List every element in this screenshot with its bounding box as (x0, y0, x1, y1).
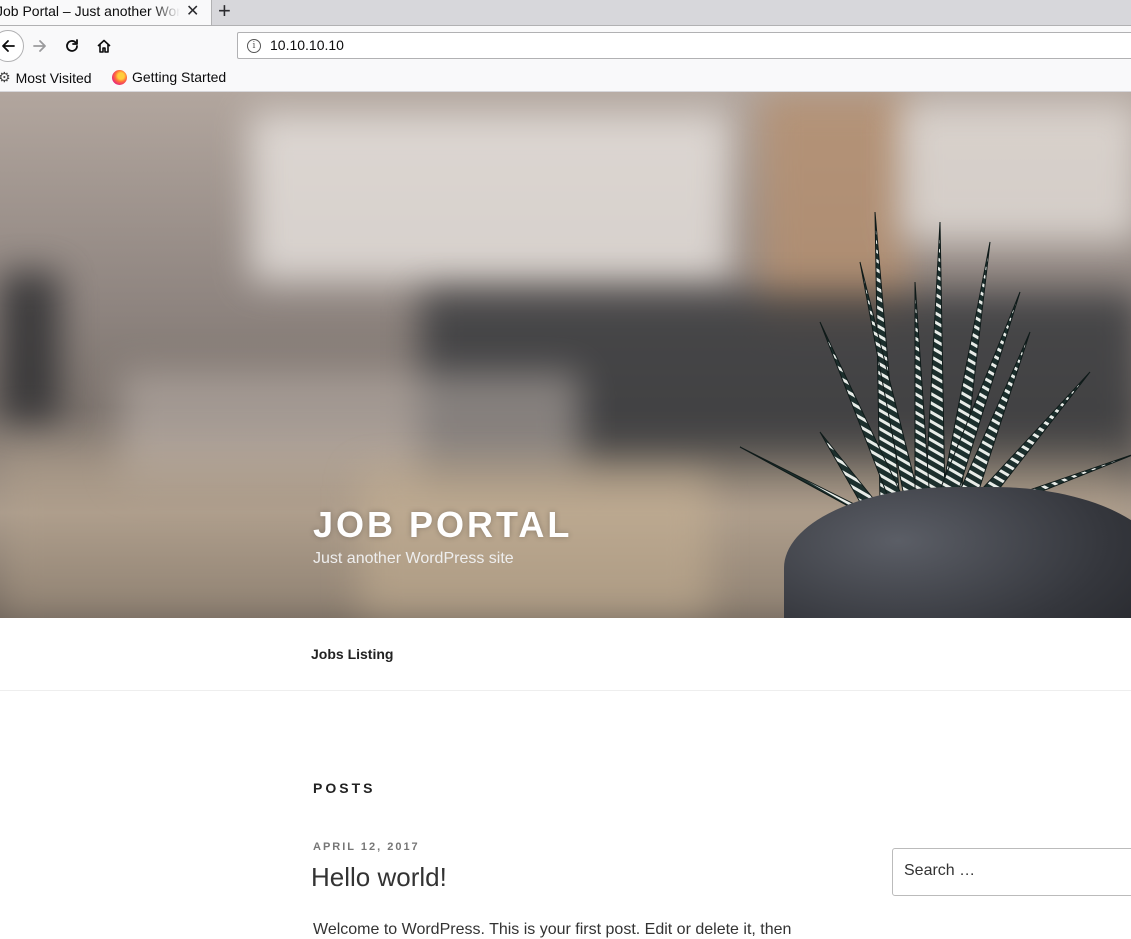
navigation-toolbar: i 10.10.10.10 (0, 26, 1131, 66)
tab-bar: Job Portal – Just another WordPress site… (0, 0, 1131, 26)
reload-icon (66, 39, 78, 52)
bookmark-label: Getting Started (132, 69, 227, 85)
bookmark-most-visited[interactable]: ⚙ Most Visited (0, 69, 92, 86)
post-date[interactable]: APRIL 12, 2017 (313, 841, 420, 853)
arrow-right-icon (33, 40, 46, 52)
nav-item-jobs-listing[interactable]: Jobs Listing (311, 646, 393, 662)
bookmark-label: Most Visited (15, 69, 92, 86)
back-button[interactable] (0, 30, 24, 62)
site-description: Just another WordPress site (313, 550, 514, 567)
page-title: POSTS (313, 780, 376, 796)
search-box (892, 848, 1131, 896)
post-excerpt: Welcome to WordPress. This is your first… (313, 921, 792, 938)
arrow-left-icon (2, 40, 15, 52)
succulent-plant-icon (739, 211, 1131, 513)
browser-tab[interactable]: Job Portal – Just another WordPress site… (0, 0, 212, 25)
main-navigation: Jobs Listing (0, 619, 1131, 691)
header-image: JOB PORTAL Just another WordPress site (0, 92, 1131, 618)
forward-button[interactable] (25, 31, 55, 61)
home-button[interactable] (89, 31, 119, 61)
site-title[interactable]: JOB PORTAL (313, 504, 572, 546)
post-title[interactable]: Hello world! (311, 862, 447, 893)
search-input[interactable] (904, 862, 1124, 880)
dark-object (0, 272, 60, 422)
firefox-icon (112, 69, 127, 85)
site-info-icon[interactable]: i (247, 39, 261, 53)
new-tab-icon[interactable]: + (218, 0, 231, 22)
reload-button[interactable] (57, 31, 87, 61)
url-text[interactable]: 10.10.10.10 (270, 37, 344, 53)
window-light (250, 112, 730, 282)
gear-icon: ⚙ (0, 69, 11, 85)
bookmark-getting-started[interactable]: Getting Started (112, 69, 226, 85)
tab-title: Job Portal – Just another WordPress site (0, 3, 180, 19)
address-bar[interactable]: i 10.10.10.10 (237, 32, 1131, 59)
bookmarks-toolbar: ⚙ Most Visited Getting Started (0, 66, 1131, 92)
close-tab-icon[interactable]: ✕ (186, 2, 199, 22)
home-icon (97, 39, 111, 53)
